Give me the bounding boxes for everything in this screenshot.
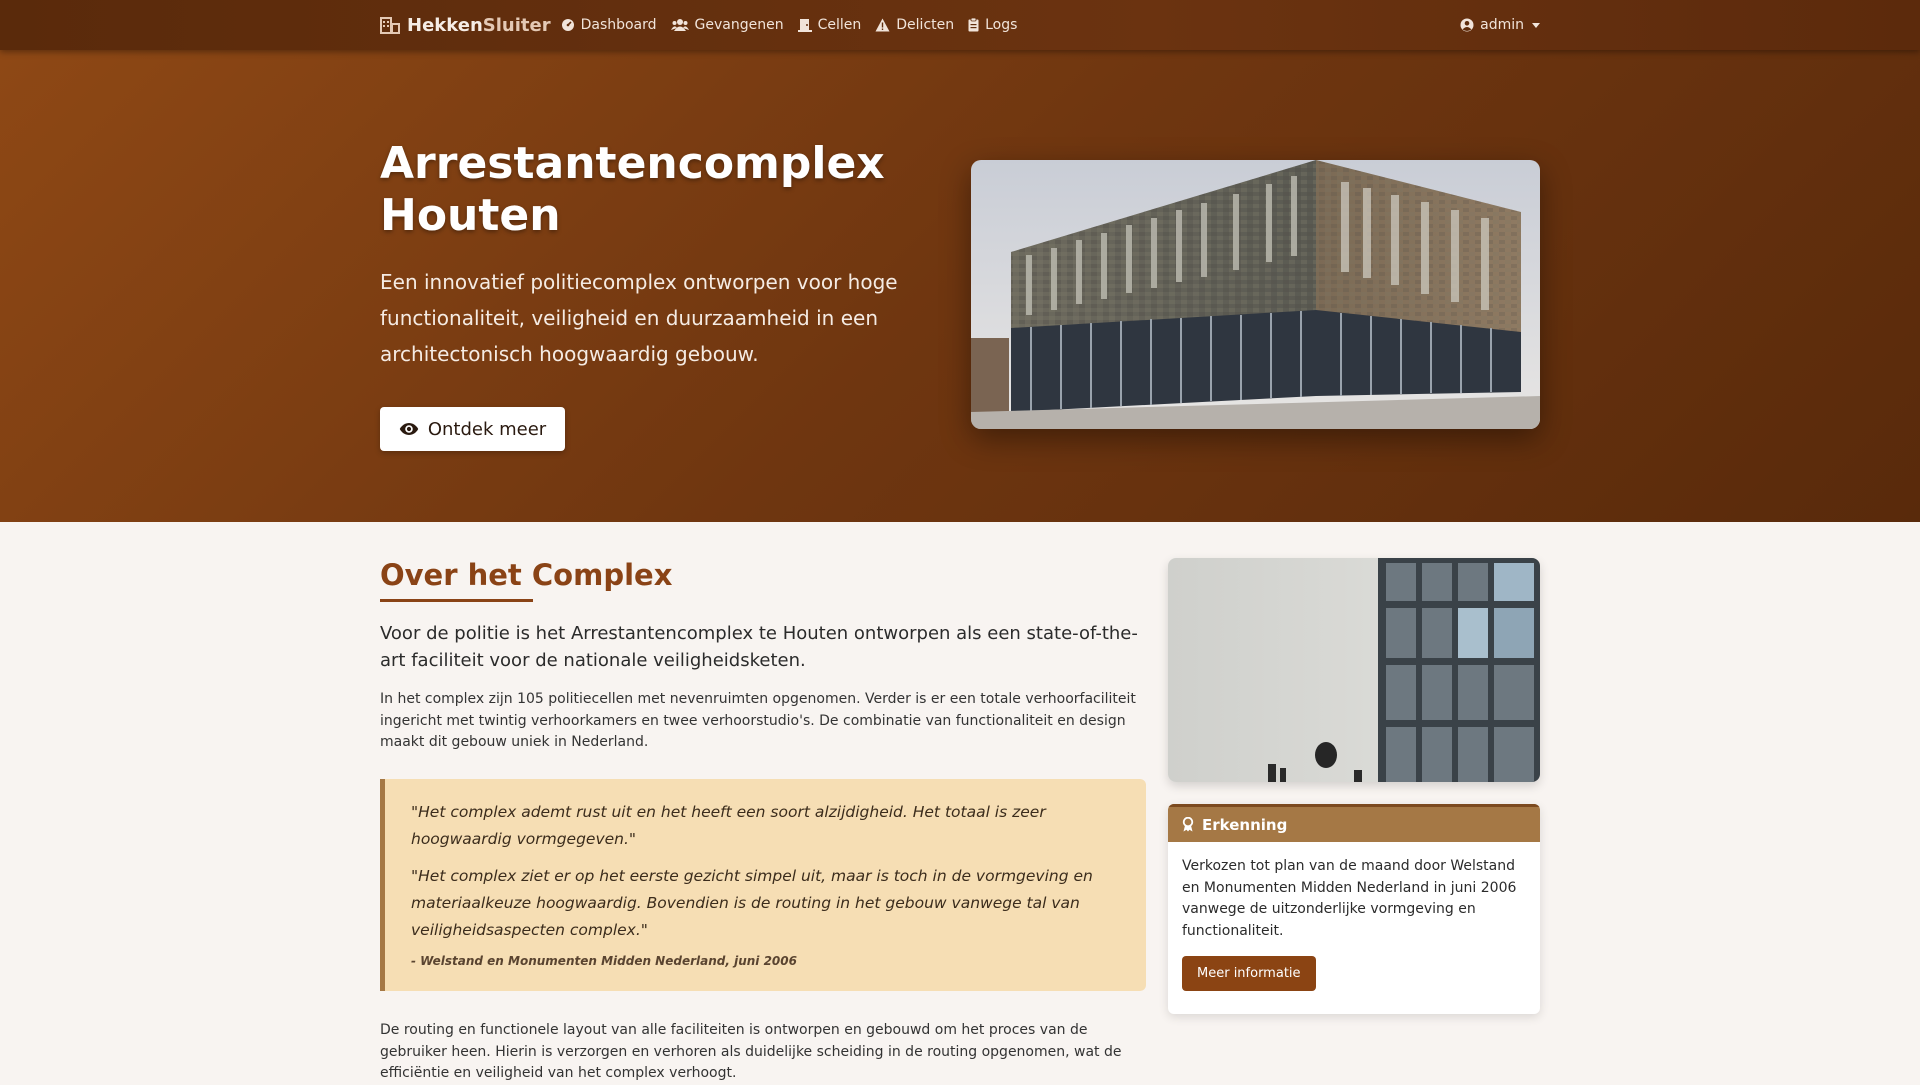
building-photo: [971, 160, 1540, 429]
recognition-card: Erkenning Verkozen tot plan van de maand…: [1168, 804, 1540, 1014]
brand-name-part2: Sluiter: [482, 14, 551, 36]
card-text: Verkozen tot plan van de maand door Wels…: [1182, 858, 1517, 939]
nav-cellen[interactable]: Cellen: [797, 17, 862, 33]
discover-more-label: Ontdek meer: [427, 418, 547, 440]
building-illustration: [971, 160, 1540, 429]
about-lead: Voor de politie is het Arrestantencomple…: [380, 623, 1138, 671]
quote-1: "Het complex ademt rust uit en het heeft…: [411, 803, 1046, 848]
title-underline: [380, 599, 533, 602]
nav-delicten[interactable]: Delicten: [875, 17, 954, 33]
building-icon: [380, 17, 400, 34]
navbar-inner: Hekken Sluiter Dashboard Gevangenen Celle…: [380, 0, 1540, 50]
clipboard-icon: [968, 18, 979, 32]
navbar: Hekken Sluiter Dashboard Gevangenen Celle…: [0, 0, 1920, 50]
user-menu[interactable]: admin: [1460, 17, 1540, 33]
interior-photo: [1168, 558, 1540, 782]
nav-gevangenen-label: Gevangenen: [694, 17, 784, 33]
quote-2: "Het complex ziet er op het eerste gezic…: [411, 867, 1093, 939]
hero-title: Arrestantencomplex Houten: [380, 138, 885, 241]
user-name: admin: [1480, 17, 1524, 33]
quote-block: "Het complex ademt rust uit en het heeft…: [380, 779, 1146, 991]
section-title: Over het Complex: [380, 558, 673, 592]
quote-citation: - Welstand en Monumenten Midden Nederlan…: [411, 954, 797, 968]
nav-logs-label: Logs: [985, 17, 1018, 33]
discover-more-button[interactable]: Ontdek meer: [380, 407, 565, 451]
nav-dashboard[interactable]: Dashboard: [561, 17, 657, 33]
nav-logs[interactable]: Logs: [968, 17, 1017, 33]
award-icon: [1182, 817, 1194, 832]
hero-section: Arrestantencomplex Houten Een innovatief…: [0, 50, 1920, 522]
hero-lead: Een innovatief politiecomplex ontworpen …: [380, 270, 898, 366]
user-circle-icon: [1460, 18, 1474, 32]
card-header: Erkenning: [1168, 804, 1540, 842]
card-title: Erkenning: [1202, 815, 1288, 834]
about-paragraph-1: In het complex zijn 105 politiecellen me…: [380, 691, 1136, 750]
about-paragraph-2: De routing en functionele layout van all…: [380, 1022, 1122, 1081]
chevron-down-icon: [1532, 22, 1540, 28]
nav-gevangenen[interactable]: Gevangenen: [670, 17, 784, 33]
brand-link[interactable]: Hekken Sluiter: [380, 15, 551, 36]
nav-delicten-label: Delicten: [896, 17, 955, 33]
warning-icon: [875, 18, 890, 32]
nav-cellen-label: Cellen: [817, 17, 862, 33]
door-icon: [797, 19, 812, 32]
brand-name-part1: Hekken: [407, 14, 483, 36]
card-body: Verkozen tot plan van de maand door Wels…: [1168, 842, 1540, 991]
nav-dashboard-label: Dashboard: [580, 17, 657, 33]
more-info-button[interactable]: Meer informatie: [1182, 956, 1316, 991]
eye-icon: [399, 423, 419, 435]
users-icon: [670, 19, 689, 31]
interior-illustration: [1168, 558, 1540, 782]
dashboard-icon: [561, 19, 574, 31]
